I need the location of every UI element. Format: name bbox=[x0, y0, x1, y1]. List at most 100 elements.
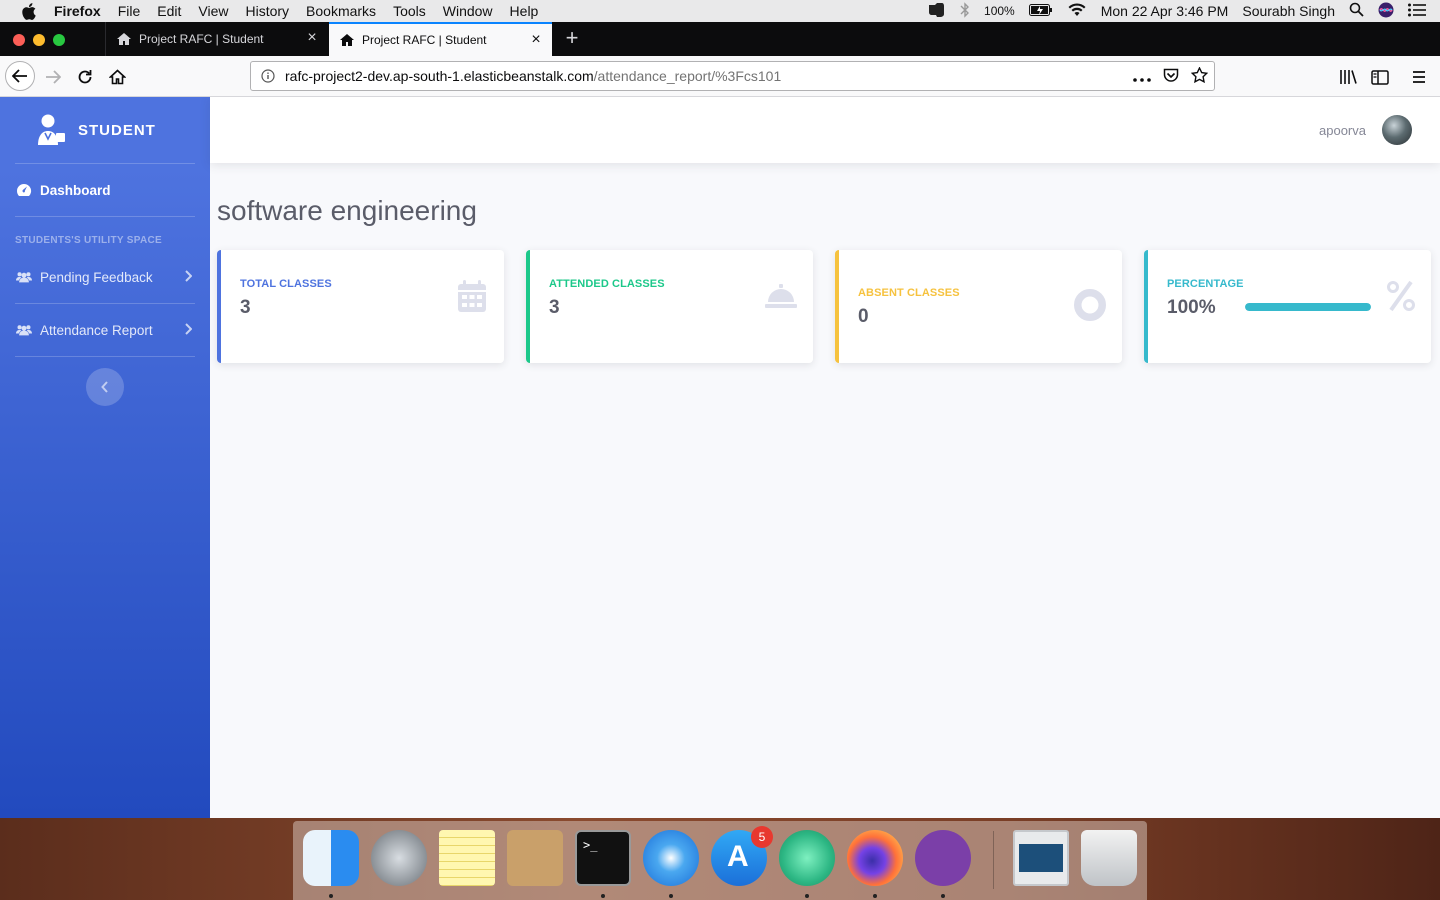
sidebar-item-attendance-report[interactable]: Attendance Report bbox=[0, 304, 210, 356]
browser-tab-2[interactable]: Project RAFC | Student × bbox=[329, 22, 552, 56]
reload-button[interactable] bbox=[71, 63, 99, 91]
bookmark-star-icon[interactable] bbox=[1190, 66, 1209, 86]
menu-file[interactable]: File bbox=[118, 3, 141, 19]
running-indicator bbox=[329, 894, 333, 898]
safari-icon[interactable] bbox=[643, 830, 699, 886]
archive-utility-icon[interactable] bbox=[507, 830, 563, 886]
atom-icon[interactable] bbox=[779, 830, 835, 886]
tab-close-icon[interactable]: × bbox=[305, 30, 319, 46]
sidebar-collapse-button[interactable] bbox=[86, 368, 124, 406]
window-thumbnail bbox=[1019, 844, 1063, 872]
github-desktop-icon[interactable] bbox=[915, 830, 971, 886]
tab-title: Project RAFC | Student bbox=[139, 32, 264, 46]
users-icon bbox=[16, 272, 32, 283]
firefox-icon[interactable] bbox=[847, 830, 903, 886]
card-label: TOTAL CLASSES bbox=[240, 278, 332, 290]
running-indicator bbox=[669, 894, 673, 898]
page-title: software engineering bbox=[217, 195, 477, 226]
user-graduate-icon bbox=[38, 114, 65, 145]
calendar-icon bbox=[458, 280, 486, 312]
sidebar-item-label: Attendance Report bbox=[40, 322, 153, 338]
arrow-right-icon bbox=[46, 70, 61, 84]
window-minimize-button[interactable] bbox=[33, 34, 45, 46]
running-indicator bbox=[873, 894, 877, 898]
notification-center-icon[interactable] bbox=[1408, 3, 1426, 20]
card-value: 100% bbox=[1167, 297, 1216, 318]
url-bar[interactable]: rafc-project2-dev.ap-south-1.elasticbean… bbox=[250, 61, 1215, 91]
hamburger-menu-button[interactable] bbox=[1405, 63, 1433, 91]
avatar[interactable] bbox=[1382, 115, 1412, 145]
pocket-icon[interactable] bbox=[1163, 68, 1179, 86]
card-label: ATTENDED CLASSES bbox=[549, 278, 665, 290]
trash-icon[interactable] bbox=[1081, 830, 1137, 886]
menu-window[interactable]: Window bbox=[443, 3, 493, 19]
window-close-button[interactable] bbox=[13, 34, 25, 46]
clock[interactable]: Mon 22 Apr 3:46 PM bbox=[1101, 3, 1229, 19]
home-favicon-icon bbox=[117, 33, 131, 45]
back-button[interactable] bbox=[5, 61, 35, 91]
stat-card-percentage: PERCENTAGE 100% bbox=[1144, 250, 1431, 363]
menu-help[interactable]: Help bbox=[510, 3, 539, 19]
bell-icon bbox=[765, 284, 797, 308]
topbar: apoorva bbox=[210, 97, 1440, 163]
finder-icon[interactable] bbox=[303, 830, 359, 886]
menu-history[interactable]: History bbox=[245, 3, 289, 19]
url-path: /attendance_report/%3Fcs101 bbox=[593, 68, 782, 84]
menu-app-name[interactable]: Firefox bbox=[54, 3, 101, 19]
library-icon bbox=[1340, 70, 1357, 84]
sidebar-item-pending-feedback[interactable]: Pending Feedback bbox=[0, 251, 210, 303]
wifi-icon[interactable] bbox=[1067, 2, 1087, 20]
home-button[interactable] bbox=[103, 63, 131, 91]
arrow-left-icon bbox=[12, 69, 27, 83]
page-actions-icon[interactable] bbox=[1133, 69, 1151, 85]
preview-window-icon[interactable] bbox=[1013, 830, 1069, 886]
forward-button[interactable] bbox=[39, 63, 67, 91]
card-value: 0 bbox=[858, 306, 869, 327]
notes-icon[interactable] bbox=[439, 830, 495, 886]
hamburger-icon bbox=[1413, 71, 1425, 83]
new-tab-button[interactable]: + bbox=[562, 27, 582, 49]
library-button[interactable] bbox=[1334, 63, 1362, 91]
web-page: STUDENT Dashboard STUDENTS'S UTILITY SPA… bbox=[0, 97, 1440, 818]
tab-title: Project RAFC | Student bbox=[362, 33, 487, 47]
circle-icon bbox=[1074, 289, 1106, 321]
battery-icon[interactable] bbox=[1028, 3, 1053, 19]
sidebar-toggle-button[interactable] bbox=[1366, 63, 1394, 91]
tab-close-icon[interactable]: × bbox=[529, 32, 543, 48]
topbar-user-name[interactable]: apoorva bbox=[1319, 123, 1366, 138]
macos-dock: >_ A 5 bbox=[293, 821, 1147, 900]
window-zoom-button[interactable] bbox=[53, 34, 65, 46]
reload-icon bbox=[78, 70, 92, 84]
dock-separator bbox=[993, 831, 994, 889]
sidebar-brand[interactable]: STUDENT bbox=[0, 97, 210, 163]
running-indicator bbox=[941, 894, 945, 898]
browser-tabstrip: Project RAFC | Student × Project RAFC | … bbox=[0, 22, 1440, 56]
browser-navbar: rafc-project2-dev.ap-south-1.elasticbean… bbox=[0, 56, 1440, 97]
apple-icon[interactable] bbox=[20, 2, 38, 20]
menu-bookmarks[interactable]: Bookmarks bbox=[306, 3, 376, 19]
macos-menubar: Firefox File Edit View History Bookmarks… bbox=[0, 0, 1440, 22]
spotlight-icon[interactable] bbox=[1349, 2, 1364, 20]
evernote-icon[interactable] bbox=[926, 2, 946, 21]
menu-tools[interactable]: Tools bbox=[393, 3, 426, 19]
menu-edit[interactable]: Edit bbox=[157, 3, 181, 19]
chevron-right-icon bbox=[185, 270, 192, 282]
launchpad-icon[interactable] bbox=[371, 830, 427, 886]
terminal-icon[interactable]: >_ bbox=[575, 830, 631, 886]
chevron-right-icon bbox=[185, 323, 192, 335]
sidebar-item-label: Dashboard bbox=[40, 182, 111, 198]
card-value: 3 bbox=[549, 297, 560, 318]
running-indicator bbox=[805, 894, 809, 898]
info-icon[interactable] bbox=[261, 69, 275, 83]
app-store-badge: 5 bbox=[751, 826, 773, 848]
progress-fill bbox=[1245, 303, 1371, 311]
menubar-user[interactable]: Sourabh Singh bbox=[1242, 3, 1335, 19]
percent-icon bbox=[1387, 280, 1415, 312]
menu-view[interactable]: View bbox=[198, 3, 228, 19]
siri-icon[interactable] bbox=[1378, 2, 1394, 21]
sidebar-heading: STUDENTS'S UTILITY SPACE bbox=[15, 235, 162, 246]
browser-tab-1[interactable]: Project RAFC | Student × bbox=[105, 22, 328, 56]
bluetooth-icon[interactable] bbox=[960, 1, 970, 21]
attendance-progress-bar bbox=[1245, 303, 1371, 311]
sidebar-item-dashboard[interactable]: Dashboard bbox=[0, 164, 210, 216]
